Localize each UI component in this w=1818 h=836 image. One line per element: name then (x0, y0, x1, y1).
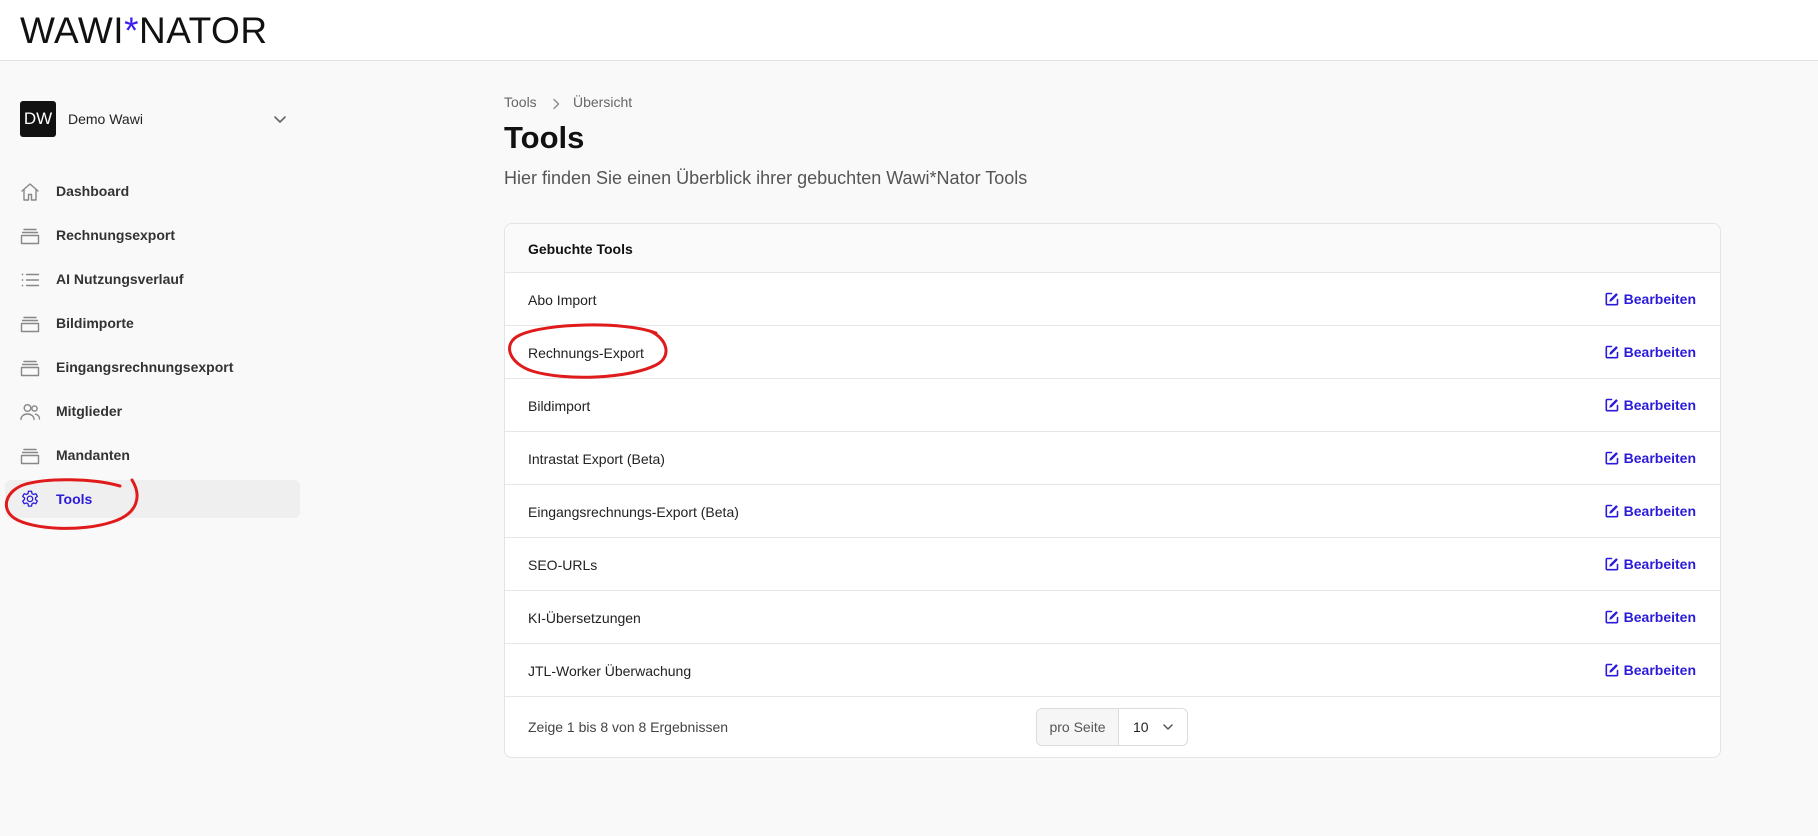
per-page-dropdown[interactable]: 10 (1120, 709, 1187, 745)
table-body: Abo Import Bearbeiten Rechnungs-Export Bear… (505, 273, 1720, 697)
sidebar-item-mandanten[interactable]: Mandanten (5, 436, 300, 474)
sidebar-item-mitglieder[interactable]: Mitglieder (5, 392, 300, 430)
table-row: Eingangsrechnungs-Export (Beta) Bearbeite… (505, 485, 1720, 538)
chevron-down-icon (274, 116, 286, 123)
app-logo[interactable]: WAWI*NATOR (20, 9, 268, 53)
edit-label: Bearbeiten (1623, 344, 1696, 360)
tool-name: Abo Import (528, 292, 597, 308)
sidebar-nav: Dashboard Rechnungsexport AI Nutzungsver… (5, 172, 300, 524)
top-bar: WAWI*NATOR (0, 0, 1818, 61)
edit-icon (1605, 451, 1618, 465)
edit-icon (1605, 504, 1618, 518)
avatar: DW (20, 101, 56, 137)
table-row: SEO-URLs Bearbeiten (505, 538, 1720, 591)
archive-icon (20, 360, 40, 377)
breadcrumb-link-tools[interactable]: Tools (504, 94, 537, 110)
edit-icon (1605, 610, 1618, 624)
tool-name: KI-Übersetzungen (528, 610, 641, 626)
list-icon (21, 273, 40, 287)
edit-button[interactable]: Bearbeiten (1605, 397, 1696, 415)
tool-name: SEO-URLs (528, 557, 598, 573)
sidebar-item-tools[interactable]: Tools (5, 480, 300, 518)
sidebar-item-bildimporte[interactable]: Bildimporte (5, 304, 300, 342)
edit-icon (1605, 398, 1618, 412)
table-row: Abo Import Bearbeiten (505, 273, 1720, 326)
edit-button[interactable]: Bearbeiten (1605, 344, 1696, 362)
sidebar-item-label: Tools (56, 491, 93, 507)
edit-button[interactable]: Bearbeiten (1605, 609, 1696, 627)
table-row: JTL-Worker Überwachung Bearbeiten (505, 644, 1720, 697)
edit-label: Bearbeiten (1623, 662, 1696, 678)
sidebar-item-label: AI Nutzungsverlauf (56, 271, 184, 287)
tool-name: JTL-Worker Überwachung (528, 663, 692, 679)
gear-icon (22, 490, 38, 507)
table-row: Bildimport Bearbeiten (505, 379, 1720, 432)
table-row: KI-Übersetzungen Bearbeiten (505, 591, 1720, 644)
per-page-label: pro Seite (1037, 709, 1119, 745)
users-icon (20, 404, 41, 421)
edit-button[interactable]: Bearbeiten (1605, 450, 1696, 468)
edit-label: Bearbeiten (1623, 556, 1696, 572)
edit-icon (1605, 663, 1618, 677)
tool-name: Bildimport (528, 398, 591, 414)
edit-icon (1605, 345, 1618, 359)
tool-name: Intrastat Export (Beta) (528, 451, 665, 467)
page-title: Tools (504, 120, 585, 155)
edit-button[interactable]: Bearbeiten (1605, 662, 1696, 680)
sidebar-item-ai-nutzungsverlauf[interactable]: AI Nutzungsverlauf (5, 260, 300, 298)
sidebar-item-eingangsrechnungsexport[interactable]: Eingangsrechnungsexport (5, 348, 300, 386)
archive-icon (20, 316, 40, 333)
edit-label: Bearbeiten (1623, 609, 1696, 625)
sidebar-item-label: Mandanten (56, 447, 130, 463)
table-row: Rechnungs-Export Bearbeiten (505, 326, 1720, 379)
edit-label: Bearbeiten (1623, 450, 1696, 466)
table-header: Gebuchte Tools (505, 224, 1720, 273)
sidebar-item-label: Eingangsrechnungsexport (56, 359, 234, 375)
edit-label: Bearbeiten (1623, 503, 1696, 519)
chevron-right-icon (553, 98, 560, 110)
edit-button[interactable]: Bearbeiten (1605, 291, 1696, 309)
tool-name: Eingangsrechnungs-Export (Beta) (528, 504, 739, 520)
archive-icon (20, 448, 40, 465)
table-footer: Zeige 1 bis 8 von 8 Ergebnissen pro Seit… (505, 697, 1720, 757)
edit-button[interactable]: Bearbeiten (1605, 503, 1696, 521)
edit-label: Bearbeiten (1623, 397, 1696, 413)
tools-table: Gebuchte Tools Abo Import Bearbeiten Rechn… (504, 223, 1721, 758)
tool-name: Rechnungs-Export (528, 345, 644, 361)
sidebar: DW Demo Wawi Dashboard Rechnungsexport A… (0, 62, 310, 836)
sidebar-item-rechnungsexport[interactable]: Rechnungsexport (5, 216, 300, 254)
edit-label: Bearbeiten (1623, 291, 1696, 307)
sidebar-item-label: Bildimporte (56, 315, 134, 331)
chevron-down-icon (1163, 724, 1173, 730)
breadcrumb-current: Übersicht (573, 94, 633, 110)
edit-button[interactable]: Bearbeiten (1605, 556, 1696, 574)
sidebar-item-label: Mitglieder (56, 403, 123, 419)
sidebar-item-label: Rechnungsexport (56, 227, 176, 243)
table-title: Gebuchte Tools (528, 241, 633, 257)
per-page-select: pro Seite 10 (1036, 708, 1188, 746)
tenant-switcher[interactable]: DW Demo Wawi (20, 100, 290, 138)
edit-icon (1605, 557, 1618, 571)
sidebar-item-dashboard[interactable]: Dashboard (5, 172, 300, 210)
tenant-name: Demo Wawi (68, 111, 143, 127)
archive-icon (20, 228, 40, 245)
per-page-value: 10 (1133, 719, 1149, 735)
sidebar-item-label: Dashboard (56, 183, 130, 199)
edit-icon (1605, 292, 1618, 306)
results-count: Zeige 1 bis 8 von 8 Ergebnissen (528, 719, 729, 735)
page-subtitle: Hier finden Sie einen Überblick ihrer ge… (504, 168, 1028, 188)
home-icon (21, 183, 39, 201)
table-row: Intrastat Export (Beta) Bearbeiten (505, 432, 1720, 485)
